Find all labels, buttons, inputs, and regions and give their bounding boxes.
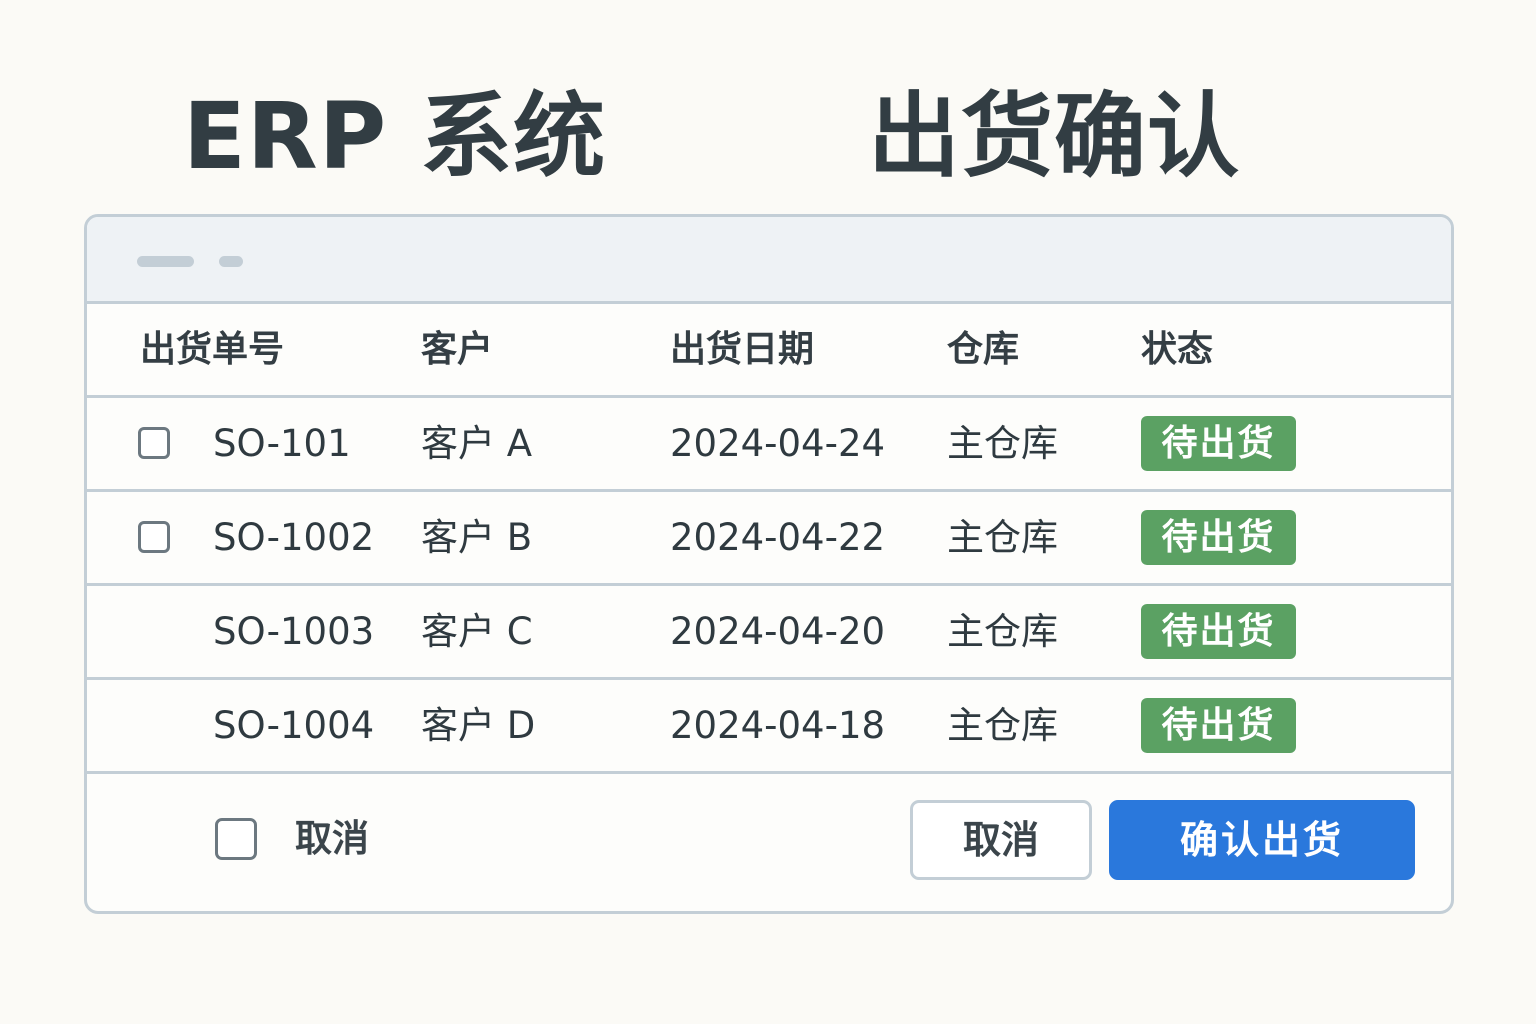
table-row[interactable]: SO-1003 客户 C 2024-04-20 主仓库 待出货 <box>87 586 1451 680</box>
status-badge: 待出货 <box>1141 604 1296 659</box>
customer-name: 客户 D <box>421 704 536 747</box>
header-customer: 客户 <box>421 329 494 370</box>
titlebar-decoration <box>137 256 194 267</box>
warehouse-name: 主仓库 <box>947 610 1058 653</box>
row-checkbox[interactable] <box>138 521 170 553</box>
status-badge: 待出货 <box>1141 510 1296 565</box>
app-title: ERP 系统 <box>183 83 607 190</box>
header-date: 出货日期 <box>670 329 815 370</box>
table-row[interactable]: SO-1002 客户 B 2024-04-22 主仓库 待出货 <box>87 492 1451 586</box>
customer-name: 客户 B <box>421 516 533 559</box>
window-titlebar <box>87 217 1451 304</box>
customer-name: 客户 A <box>421 422 533 465</box>
footer-checkbox-label: 取消 <box>295 817 369 860</box>
titlebar-decoration <box>219 256 243 267</box>
shipment-date: 2024-04-18 <box>670 704 886 747</box>
table-row[interactable]: SO-101 客户 A 2024-04-24 主仓库 待出货 <box>87 398 1451 492</box>
table-header: 出货单号 客户 出货日期 仓库 状态 <box>87 304 1451 398</box>
shipment-window: 出货单号 客户 出货日期 仓库 状态 SO-101 客户 A 2024-04-2… <box>84 214 1454 914</box>
shipment-date: 2024-04-20 <box>670 610 886 653</box>
table-row[interactable]: SO-1004 客户 D 2024-04-18 主仓库 待出货 <box>87 680 1451 774</box>
customer-name: 客户 C <box>421 610 533 653</box>
status-badge: 待出货 <box>1141 416 1296 471</box>
warehouse-name: 主仓库 <box>947 516 1058 559</box>
header-shipment-no: 出货单号 <box>140 329 285 370</box>
page-title: 出货确认 <box>868 83 1241 190</box>
confirm-shipment-button[interactable]: 确认出货 <box>1109 800 1415 880</box>
warehouse-name: 主仓库 <box>947 704 1058 747</box>
footer-bar: 取消 取消 确认出货 <box>87 774 1451 904</box>
shipment-no: SO-1003 <box>213 610 375 653</box>
cancel-button[interactable]: 取消 <box>910 800 1092 880</box>
footer-checkbox[interactable] <box>215 818 257 860</box>
shipment-no: SO-101 <box>213 422 351 465</box>
shipment-date: 2024-04-24 <box>670 422 886 465</box>
warehouse-name: 主仓库 <box>947 422 1058 465</box>
shipment-date: 2024-04-22 <box>670 516 886 559</box>
shipment-no: SO-1004 <box>213 704 375 747</box>
shipment-no: SO-1002 <box>213 516 375 559</box>
row-checkbox[interactable] <box>138 427 170 459</box>
header-status: 状态 <box>1141 329 1214 370</box>
header-warehouse: 仓库 <box>947 329 1020 370</box>
status-badge: 待出货 <box>1141 698 1296 753</box>
